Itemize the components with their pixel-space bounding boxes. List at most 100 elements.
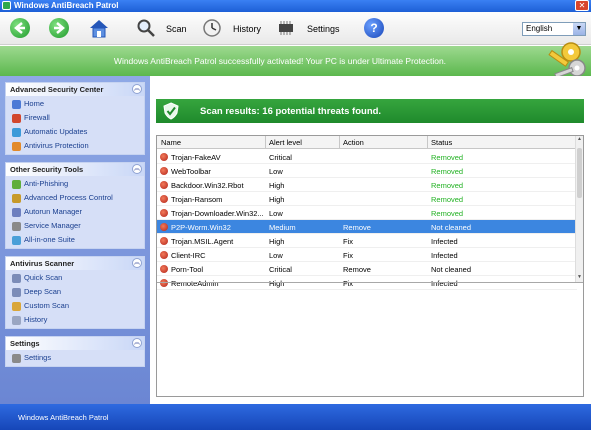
table-row[interactable]: Trojan-Ransom High Removed xyxy=(157,192,577,206)
threat-status: Infected xyxy=(431,237,458,246)
sidebar-item-label: Settings xyxy=(24,353,52,362)
home-icon xyxy=(90,20,108,38)
title-bar: Windows AntiBreach Patrol ✕ xyxy=(0,0,591,12)
scan-button[interactable]: Scan xyxy=(166,24,187,34)
threat-icon xyxy=(160,265,168,273)
sidebar-item-autorun-manager[interactable]: Autorun Manager xyxy=(6,205,144,219)
sidebar-item-label: Home xyxy=(24,99,45,108)
sidebar-item-label: Firewall xyxy=(24,113,50,122)
table-row[interactable]: Client-IRC Low Fix Infected xyxy=(157,248,577,262)
group-title: Advanced Security Center xyxy=(10,85,104,94)
chip-icon[interactable] xyxy=(276,18,296,38)
folder-icon xyxy=(12,302,21,311)
scroll-down-icon[interactable]: ▼ xyxy=(576,274,583,282)
toolbar: Scan History Settings ? xyxy=(0,12,591,45)
home-button[interactable] xyxy=(88,18,110,38)
alert-level: High xyxy=(269,181,285,190)
sidebar-item-antivirus-protection[interactable]: Antivirus Protection xyxy=(6,139,144,153)
window-title: Windows AntiBreach Patrol xyxy=(14,1,119,10)
sidebar-item-process-control[interactable]: Advanced Process Control xyxy=(6,191,144,205)
sidebar-item-settings[interactable]: Settings xyxy=(6,351,144,365)
magnifier-icon[interactable] xyxy=(136,18,156,38)
sidebar-item-automatic-updates[interactable]: Automatic Updates xyxy=(6,125,144,139)
column-header-status[interactable]: Status xyxy=(431,138,452,147)
shield-icon xyxy=(12,142,21,151)
group-header[interactable]: Other Security Tools ︽ xyxy=(6,163,144,176)
table-row[interactable]: Trojan-FakeAV Critical Removed xyxy=(157,150,577,164)
threat-icon xyxy=(160,195,168,203)
sidebar-group-antivirus-scanner: Antivirus Scanner ︽ Quick Scan Deep Scan… xyxy=(5,256,145,329)
sidebar-item-quick-scan[interactable]: Quick Scan xyxy=(6,271,144,285)
sidebar-item-label: Service Manager xyxy=(24,221,81,230)
threat-status: Infected xyxy=(431,279,458,288)
sidebar-item-deep-scan[interactable]: Deep Scan xyxy=(6,285,144,299)
sidebar-item-all-in-one[interactable]: All-in-one Suite xyxy=(6,233,144,247)
threat-action: Fix xyxy=(343,251,353,260)
scroll-up-icon[interactable]: ▲ xyxy=(576,136,583,144)
arrow-left-icon xyxy=(14,22,25,34)
threat-status: Removed xyxy=(431,153,464,162)
scroll-thumb[interactable] xyxy=(577,148,582,198)
sidebar-item-label: Antivirus Protection xyxy=(24,141,89,150)
firewall-icon xyxy=(12,114,21,123)
sidebar-item-custom-scan[interactable]: Custom Scan xyxy=(6,299,144,313)
collapse-icon[interactable]: ︽ xyxy=(132,338,142,348)
table-row[interactable]: Porn-Tool Critical Remove Not cleaned xyxy=(157,262,577,276)
group-title: Settings xyxy=(10,339,40,348)
table-row[interactable]: WebToolbar Low Removed xyxy=(157,164,577,178)
column-header-action[interactable]: Action xyxy=(343,138,364,147)
help-button[interactable]: ? xyxy=(364,18,384,38)
table-row[interactable]: Trojan-Downloader.Win32... Low Removed xyxy=(157,206,577,220)
clock-icon[interactable] xyxy=(202,18,222,38)
alert-level: Low xyxy=(269,209,283,218)
banner-text: Windows AntiBreach Patrol successfully a… xyxy=(113,56,447,66)
table-row[interactable]: Backdoor.Win32.Rbot High Removed xyxy=(157,178,577,192)
collapse-icon[interactable]: ︽ xyxy=(132,258,142,268)
threat-name: Trojan-Ransom xyxy=(171,195,223,204)
sidebar-item-label: All-in-one Suite xyxy=(24,235,75,244)
column-header-alert-level[interactable]: Alert level xyxy=(269,138,302,147)
alert-level: Low xyxy=(269,251,283,260)
settings-button[interactable]: Settings xyxy=(307,24,340,34)
language-select[interactable]: English ▼ xyxy=(522,22,586,36)
forward-button[interactable] xyxy=(49,18,69,38)
close-button[interactable]: ✕ xyxy=(575,0,589,11)
chevron-down-icon[interactable]: ▼ xyxy=(573,23,585,35)
back-button[interactable] xyxy=(10,18,30,38)
footer-title: Windows AntiBreach Patrol xyxy=(18,413,109,422)
history-button[interactable]: History xyxy=(233,24,261,34)
threat-name: Backdoor.Win32.Rbot xyxy=(171,181,244,190)
sidebar-item-home[interactable]: Home xyxy=(6,97,144,111)
table-row[interactable]: Trojan.MSIL.Agent High Fix Infected xyxy=(157,234,577,248)
app-icon xyxy=(2,1,11,10)
collapse-icon[interactable]: ︽ xyxy=(132,84,142,94)
threat-status: Not cleaned xyxy=(431,223,472,232)
table-header: Name Alert level Action Status xyxy=(157,136,577,149)
sidebar-item-firewall[interactable]: Firewall xyxy=(6,111,144,125)
column-header-name[interactable]: Name xyxy=(161,138,181,147)
sidebar-group-settings: Settings ︽ Settings xyxy=(5,336,145,367)
threat-action: Remove xyxy=(343,265,371,274)
clock-icon xyxy=(12,316,21,325)
threat-name: WebToolbar xyxy=(171,167,211,176)
sidebar-item-service-manager[interactable]: Service Manager xyxy=(6,219,144,233)
group-header[interactable]: Antivirus Scanner ︽ xyxy=(6,257,144,270)
threat-icon xyxy=(160,279,168,287)
table-scrollbar[interactable]: ▲ ▼ xyxy=(575,136,583,282)
table-row[interactable]: RemoteAdmin High Fix Infected xyxy=(157,276,577,290)
threat-name: Porn-Tool xyxy=(171,265,204,274)
threat-status: Removed xyxy=(431,195,464,204)
threat-status: Infected xyxy=(431,251,458,260)
sidebar-item-anti-phishing[interactable]: Anti-Phishing xyxy=(6,177,144,191)
group-header[interactable]: Settings ︽ xyxy=(6,337,144,350)
arrow-right-icon xyxy=(54,22,65,34)
alert-level: Low xyxy=(269,167,283,176)
sidebar-item-history[interactable]: History xyxy=(6,313,144,327)
update-icon xyxy=(12,128,21,137)
window-icon xyxy=(12,208,21,217)
collapse-icon[interactable]: ︽ xyxy=(132,164,142,174)
scan-results-title: Scan results: 16 potential threats found… xyxy=(200,106,382,117)
table-row[interactable]: P2P-Worm.Win32 Medium Remove Not cleaned xyxy=(157,220,577,234)
group-header[interactable]: Advanced Security Center ︽ xyxy=(6,83,144,96)
threat-name: Trojan-FakeAV xyxy=(171,153,221,162)
